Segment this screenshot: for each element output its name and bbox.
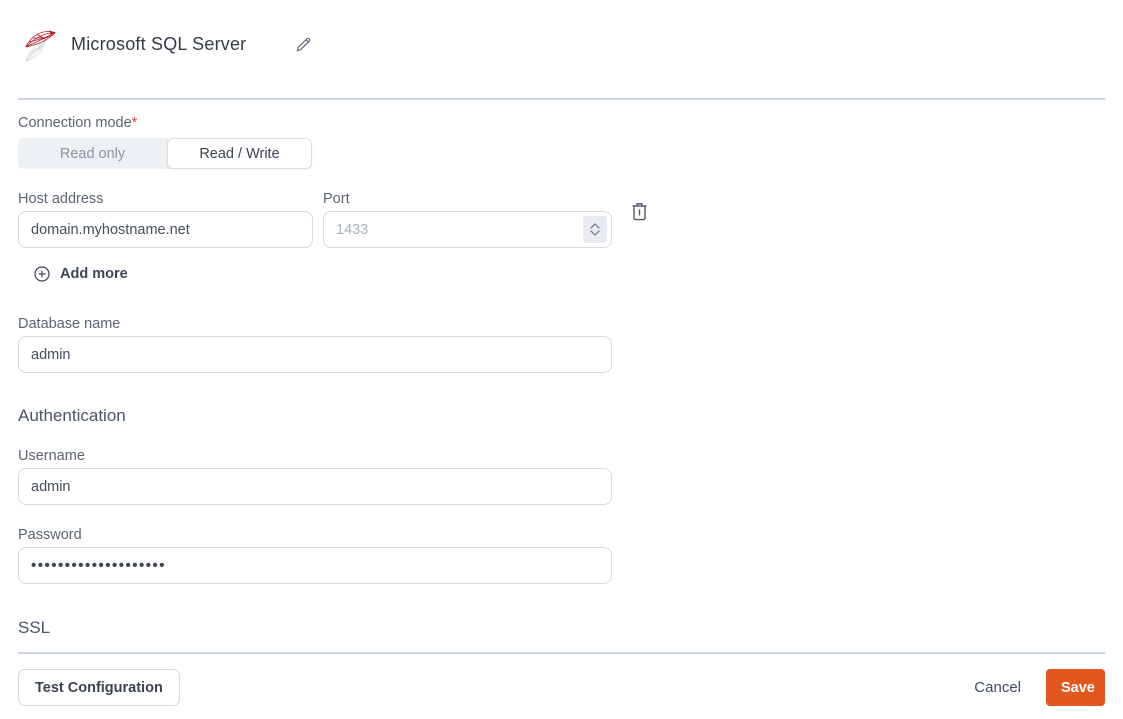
chevron-down-icon xyxy=(590,230,600,236)
test-configuration-button[interactable]: Test Configuration xyxy=(18,669,180,706)
ssl-heading: SSL xyxy=(18,618,51,637)
connection-form: Connection mode* Read only Read / Write … xyxy=(0,114,1123,639)
save-button[interactable]: Save xyxy=(1046,669,1105,706)
chevron-up-icon xyxy=(590,223,600,229)
username-label: Username xyxy=(18,448,85,464)
port-stepper[interactable] xyxy=(583,216,607,243)
toggle-read-only[interactable]: Read only xyxy=(18,138,167,169)
port-input[interactable] xyxy=(323,211,612,248)
authentication-heading: Authentication xyxy=(18,406,126,425)
required-asterisk: * xyxy=(131,115,138,131)
database-name-input[interactable] xyxy=(18,336,612,373)
database-name-label: Database name xyxy=(18,316,121,332)
password-input[interactable] xyxy=(18,547,612,584)
footer-bar: Test Configuration Cancel Save xyxy=(0,652,1123,719)
plus-circle-icon xyxy=(34,266,50,282)
host-address-input[interactable] xyxy=(18,211,313,248)
port-label: Port xyxy=(323,191,350,207)
cancel-button[interactable]: Cancel xyxy=(974,679,1021,696)
pencil-icon xyxy=(296,37,311,51)
sql-server-logo-icon xyxy=(25,30,56,62)
add-more-label: Add more xyxy=(60,266,128,282)
connection-mode-label: Connection mode* xyxy=(18,115,138,131)
username-input[interactable] xyxy=(18,468,612,505)
header-divider xyxy=(18,98,1105,100)
connection-mode-toggle: Read only Read / Write xyxy=(18,138,312,169)
page-title: Microsoft SQL Server xyxy=(71,33,247,54)
toggle-read-write[interactable]: Read / Write xyxy=(167,138,312,169)
add-more-button[interactable]: Add more xyxy=(34,266,128,282)
delete-host-button[interactable] xyxy=(629,202,649,224)
header: Microsoft SQL Server xyxy=(0,0,1123,100)
host-address-label: Host address xyxy=(18,191,104,207)
trash-icon xyxy=(632,203,646,221)
host-port-row: Host address Port xyxy=(18,190,1105,248)
edit-title-button[interactable] xyxy=(293,34,313,54)
password-label: Password xyxy=(18,527,82,543)
